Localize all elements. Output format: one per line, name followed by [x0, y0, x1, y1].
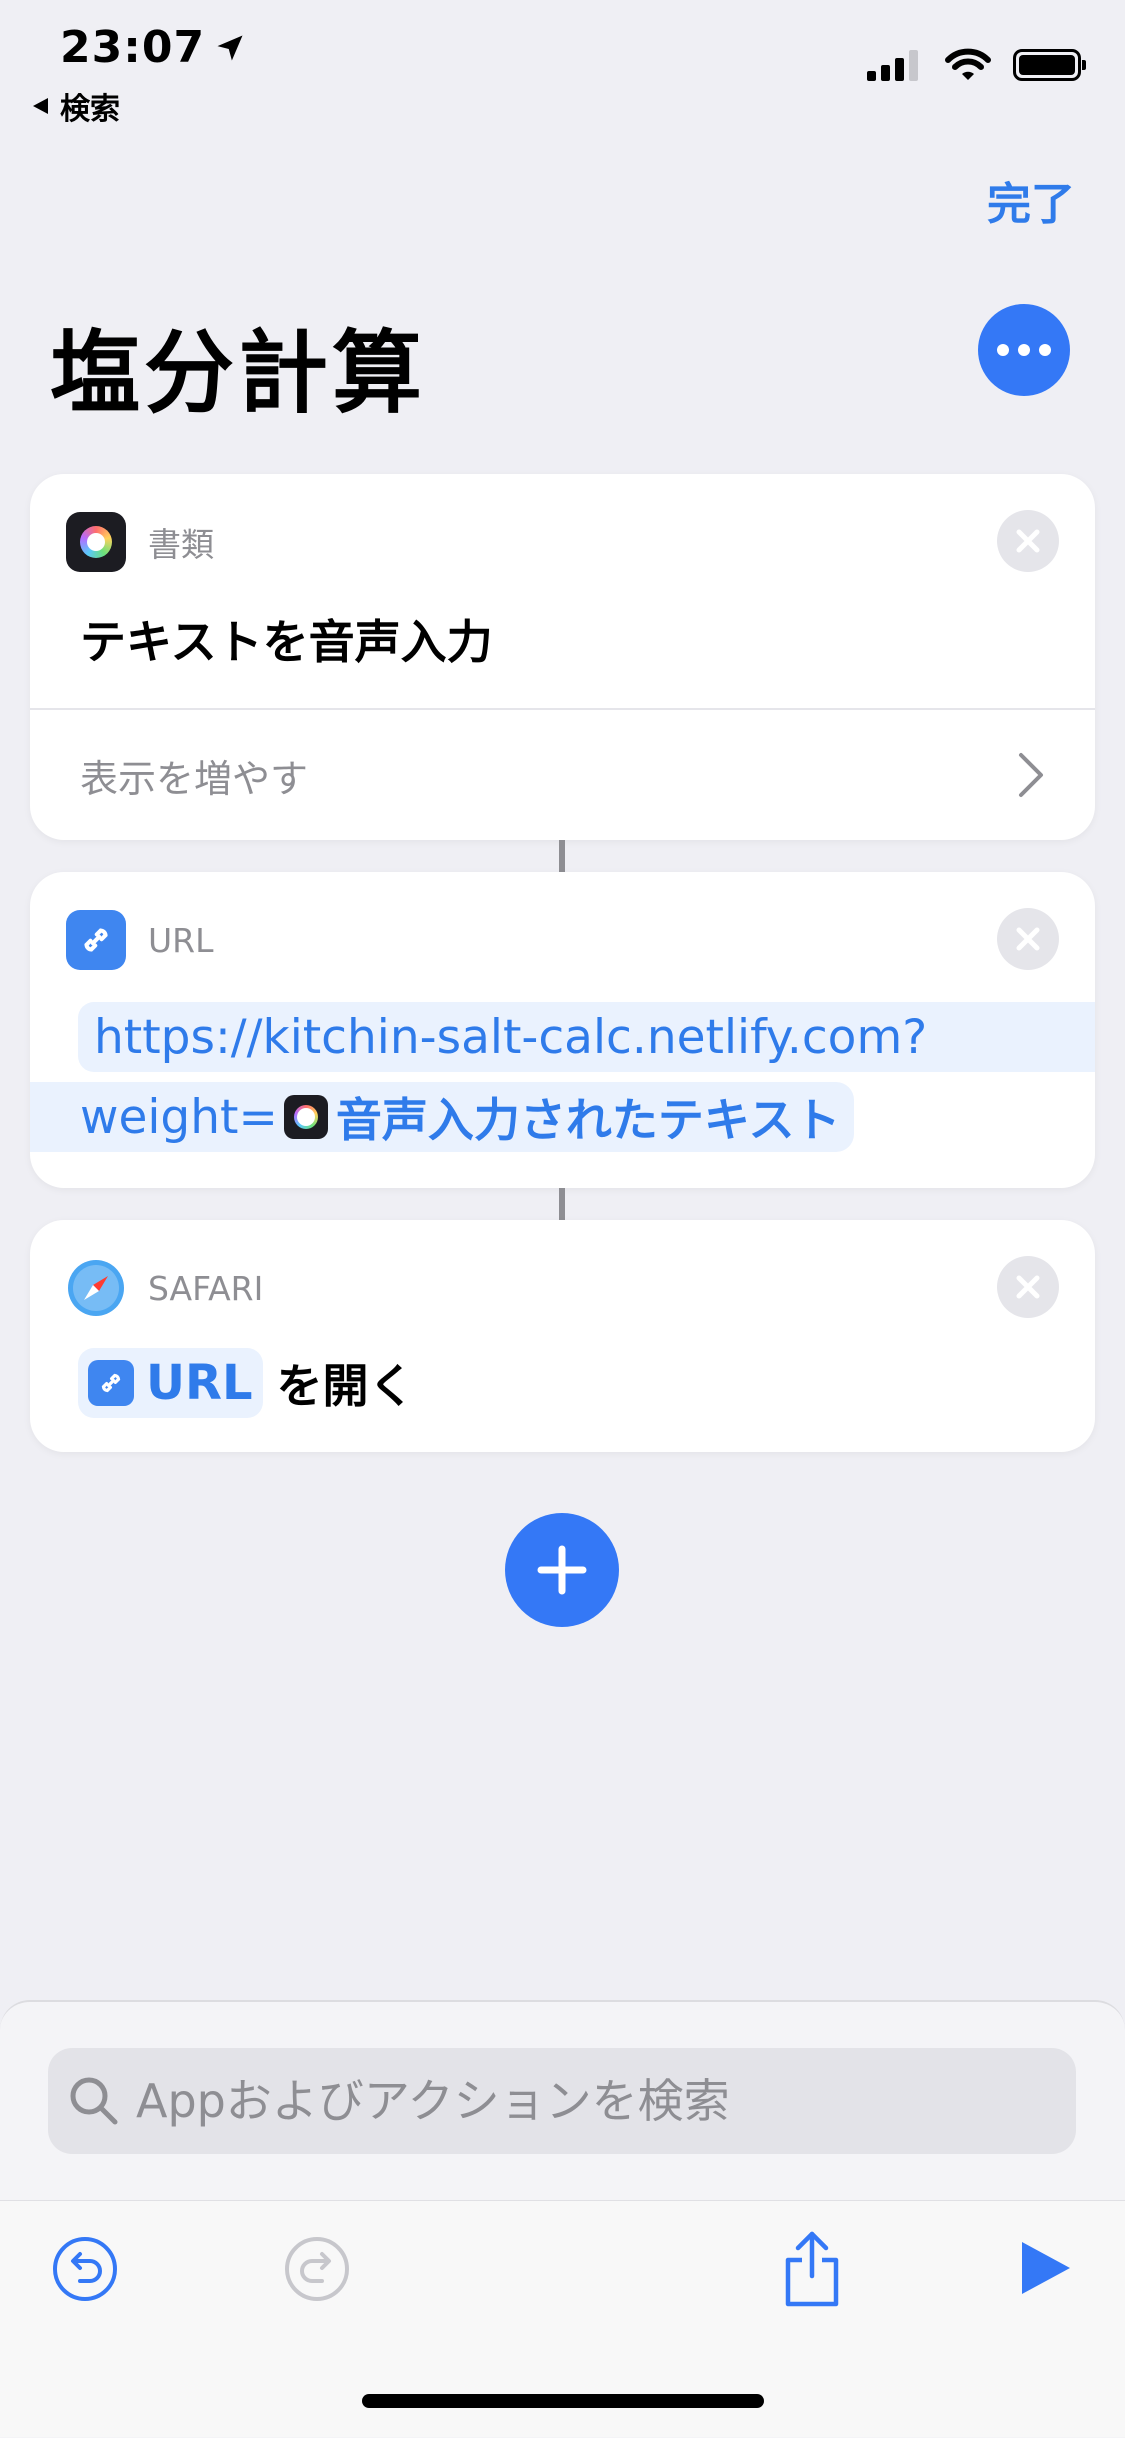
back-to-search[interactable]: 検索 — [30, 84, 120, 128]
battery-icon — [1013, 49, 1086, 81]
search-field[interactable] — [48, 2048, 1076, 2154]
card-header: URL — [66, 910, 213, 970]
action-suffix: を開く — [276, 1359, 415, 1413]
close-icon[interactable] — [997, 510, 1059, 572]
status-indicators — [867, 48, 1086, 82]
url-text-line-1: https://kitchin-salt-calc.netlify.com? — [94, 1009, 928, 1065]
show-more-label: 表示を増やす — [80, 756, 309, 801]
variable-token-dictated-text[interactable]: 音声入力されたテキスト — [277, 1082, 855, 1152]
link-icon — [88, 1360, 134, 1406]
show-more-row[interactable]: 表示を増やす — [30, 710, 1095, 840]
home-indicator — [362, 2394, 764, 2408]
back-label: 検索 — [60, 92, 120, 127]
status-time: 23:07 — [60, 22, 245, 73]
url-prefix: weight= — [80, 1089, 278, 1145]
close-icon[interactable] — [997, 1256, 1059, 1318]
variable-label: URL — [146, 1355, 253, 1411]
status-time-text: 23:07 — [60, 22, 206, 73]
redo-icon[interactable] — [284, 2236, 350, 2302]
card-category: URL — [148, 920, 214, 960]
action-title: テキストを音声入力 — [80, 615, 493, 669]
search-input[interactable] — [134, 2073, 1038, 2129]
documents-app-icon — [283, 1095, 328, 1139]
page-title: 塩分計算 — [50, 321, 426, 426]
action-card-safari-open-url[interactable]: SAFARI URL を開く — [30, 1220, 1095, 1452]
done-button[interactable]: 完了 — [987, 168, 1075, 232]
play-icon[interactable] — [1018, 2238, 1074, 2298]
close-icon[interactable] — [997, 908, 1059, 970]
link-icon — [66, 910, 126, 970]
documents-app-icon — [66, 512, 126, 572]
action-card-url[interactable]: URL https://kitchin-salt-calc.netlify.co… — [30, 872, 1095, 1188]
add-action-button[interactable] — [505, 1513, 619, 1627]
safari-action-row: URL を開く — [78, 1348, 415, 1418]
more-dots-icon[interactable] — [978, 304, 1070, 396]
undo-icon[interactable] — [52, 2236, 118, 2302]
url-text-line-2: weight= — [30, 1082, 278, 1152]
cellular-signal-icon — [867, 50, 918, 81]
url-field-line-1[interactable]: https://kitchin-salt-calc.netlify.com? — [78, 1002, 1095, 1072]
share-icon[interactable] — [780, 2228, 844, 2308]
plus-icon — [537, 1545, 587, 1595]
url-field-line-2[interactable]: weight= 音声入力されたテキスト — [30, 1082, 855, 1152]
card-header: 書類 — [66, 512, 214, 572]
card-category: 書類 — [148, 525, 214, 564]
action-connector — [559, 840, 565, 872]
chevron-right-icon — [1019, 753, 1043, 797]
search-icon — [70, 2077, 118, 2125]
location-arrow-icon — [217, 35, 243, 60]
card-header: SAFARI — [66, 1258, 263, 1318]
variable-token-url[interactable]: URL — [78, 1348, 263, 1418]
safari-compass-icon — [68, 1260, 124, 1316]
card-category: SAFARI — [148, 1268, 264, 1308]
back-arrow-icon — [33, 98, 48, 114]
action-card-dictate-text[interactable]: 書類 テキストを音声入力 表示を増やす — [30, 474, 1095, 840]
variable-label: 音声入力されたテキスト — [335, 1093, 841, 1147]
action-connector — [559, 1188, 565, 1220]
wifi-icon — [945, 48, 991, 80]
